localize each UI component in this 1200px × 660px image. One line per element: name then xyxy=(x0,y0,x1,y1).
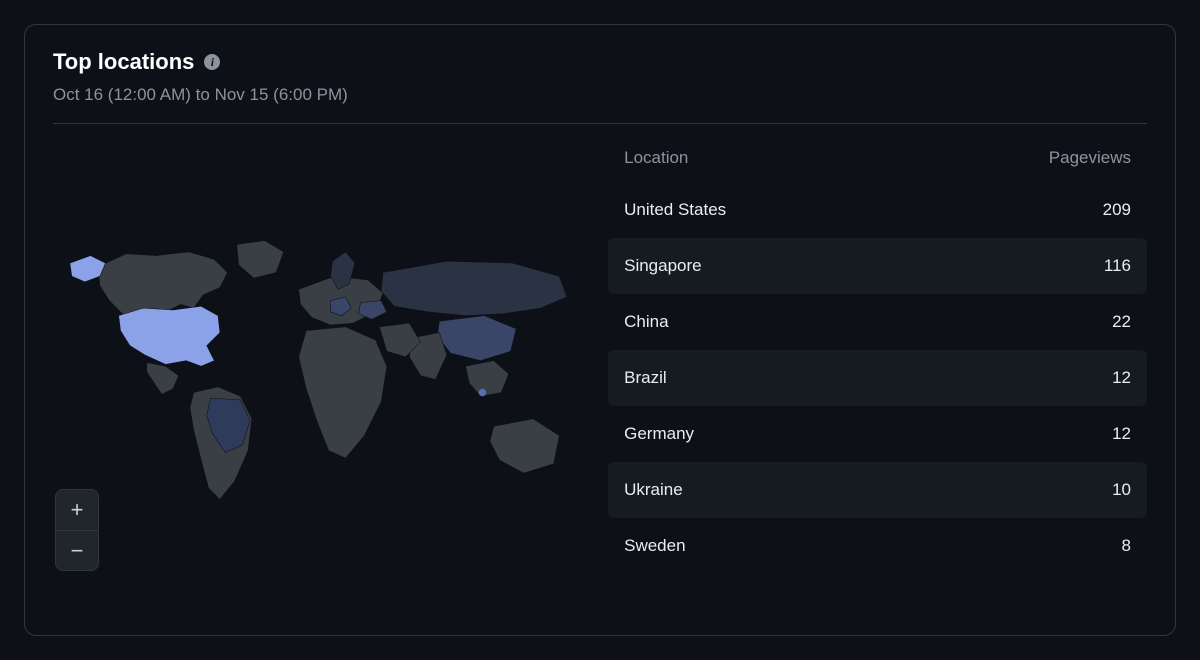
table-header: Location Pageviews xyxy=(608,134,1147,182)
top-locations-card: Top locations i Oct 16 (12:00 AM) to Nov… xyxy=(24,24,1176,636)
zoom-out-button[interactable]: − xyxy=(56,530,98,570)
col-location: Location xyxy=(624,148,688,168)
locations-table: Location Pageviews United States 209 Sin… xyxy=(578,134,1147,617)
location-cell: United States xyxy=(624,200,726,220)
location-cell: Brazil xyxy=(624,368,667,388)
col-pageviews: Pageviews xyxy=(1049,148,1131,168)
divider xyxy=(53,123,1147,124)
table-row[interactable]: Germany 12 xyxy=(608,406,1147,462)
table-row[interactable]: China 22 xyxy=(608,294,1147,350)
table-row[interactable]: Brazil 12 xyxy=(608,350,1147,406)
pageviews-cell: 209 xyxy=(1103,200,1131,220)
pageviews-cell: 22 xyxy=(1112,312,1131,332)
info-icon[interactable]: i xyxy=(204,54,220,70)
card-title: Top locations xyxy=(53,49,194,75)
table-row[interactable]: Sweden 8 xyxy=(608,518,1147,574)
pageviews-cell: 116 xyxy=(1104,256,1131,276)
map-pane: + − xyxy=(53,134,578,617)
choropleth-map[interactable] xyxy=(53,235,578,516)
zoom-controls: + − xyxy=(55,489,99,571)
card-header: Top locations i xyxy=(53,49,1147,75)
zoom-in-button[interactable]: + xyxy=(56,490,98,530)
table-row[interactable]: Singapore 116 xyxy=(608,238,1147,294)
location-cell: Singapore xyxy=(624,256,702,276)
table-row[interactable]: Ukraine 10 xyxy=(608,462,1147,518)
location-cell: Sweden xyxy=(624,536,685,556)
pageviews-cell: 12 xyxy=(1112,424,1131,444)
world-map[interactable] xyxy=(53,235,578,516)
location-cell: Ukraine xyxy=(624,480,683,500)
location-cell: Germany xyxy=(624,424,694,444)
pageviews-cell: 12 xyxy=(1112,368,1131,388)
pageviews-cell: 8 xyxy=(1122,536,1131,556)
card-content: + − Location Pageviews United States 209… xyxy=(53,134,1147,617)
date-range: Oct 16 (12:00 AM) to Nov 15 (6:00 PM) xyxy=(53,85,1147,105)
table-row[interactable]: United States 209 xyxy=(608,182,1147,238)
pageviews-cell: 10 xyxy=(1112,480,1131,500)
location-cell: China xyxy=(624,312,668,332)
